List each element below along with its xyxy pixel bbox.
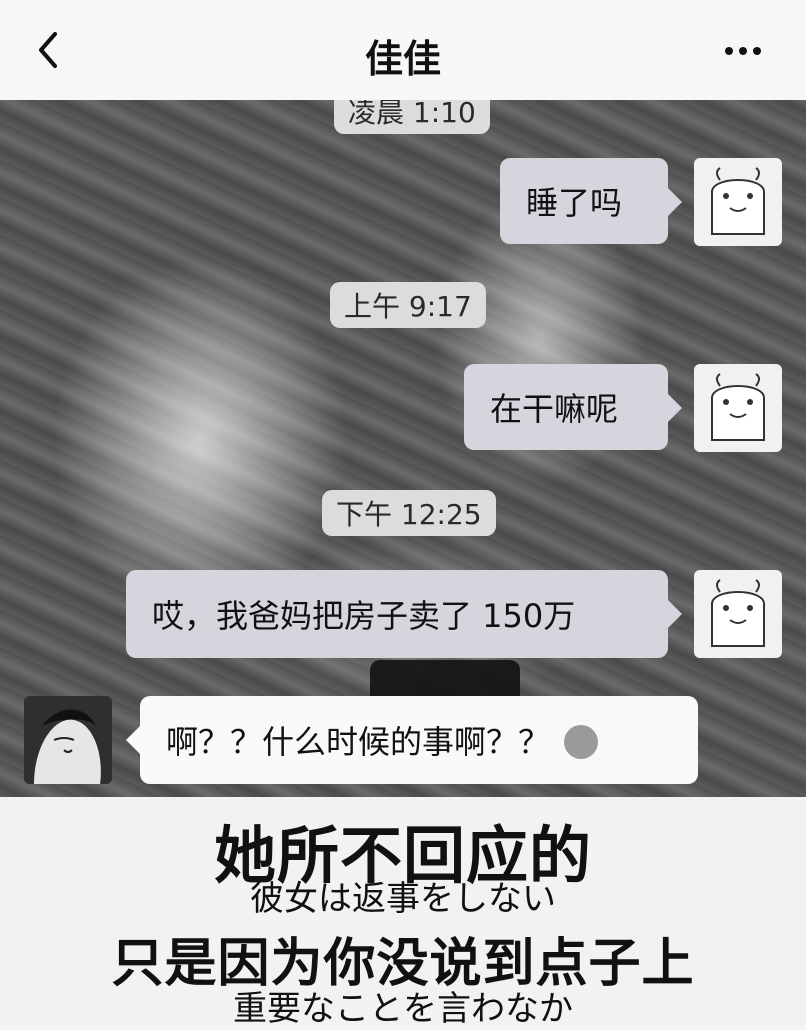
more-dots-icon: [725, 47, 761, 55]
timestamp: 凌晨 1:10: [334, 100, 490, 134]
anime-avatar-icon: [24, 696, 112, 784]
bear-avatar-icon: [711, 579, 765, 647]
bear-avatar-icon: [711, 167, 765, 235]
bear-avatar-icon: [711, 373, 765, 441]
message-bubble-incoming[interactable]: 啊？？什么时候的事啊？？: [126, 696, 698, 784]
message-text: 啊？？什么时候的事啊？？: [166, 723, 551, 761]
message-bubble-outgoing[interactable]: 睡了吗: [500, 158, 682, 244]
avatar[interactable]: [694, 364, 782, 452]
timestamp: 上午 9:17: [330, 282, 486, 328]
timestamp: 下午 12:25: [322, 490, 496, 536]
chat-header: 佳佳: [0, 0, 806, 100]
avatar[interactable]: [694, 158, 782, 246]
emoji-face-icon: [564, 725, 599, 759]
avatar[interactable]: [24, 696, 112, 784]
avatar[interactable]: [694, 570, 782, 658]
more-options-button[interactable]: [700, 24, 786, 78]
message-bubble-outgoing[interactable]: 在干嘛呢: [464, 364, 682, 450]
chat-area[interactable]: 凌晨 1:10 睡了吗 上午 9:17 在干嘛呢 下午 12:25 哎，我爸妈把…: [0, 100, 806, 797]
subtitle-jp-line-2: 重要なことを言わなか: [233, 989, 573, 1029]
subtitles: 她所不回应的 彼女は返事をしない 只是因为你没说到点子上 重要なことを言わなか: [0, 797, 806, 1029]
subtitle-jp-line-1: 彼女は返事をしない: [250, 879, 556, 919]
message-bubble-outgoing[interactable]: 哎，我爸妈把房子卖了 150万: [126, 570, 682, 658]
chat-title: 佳佳: [364, 37, 441, 81]
